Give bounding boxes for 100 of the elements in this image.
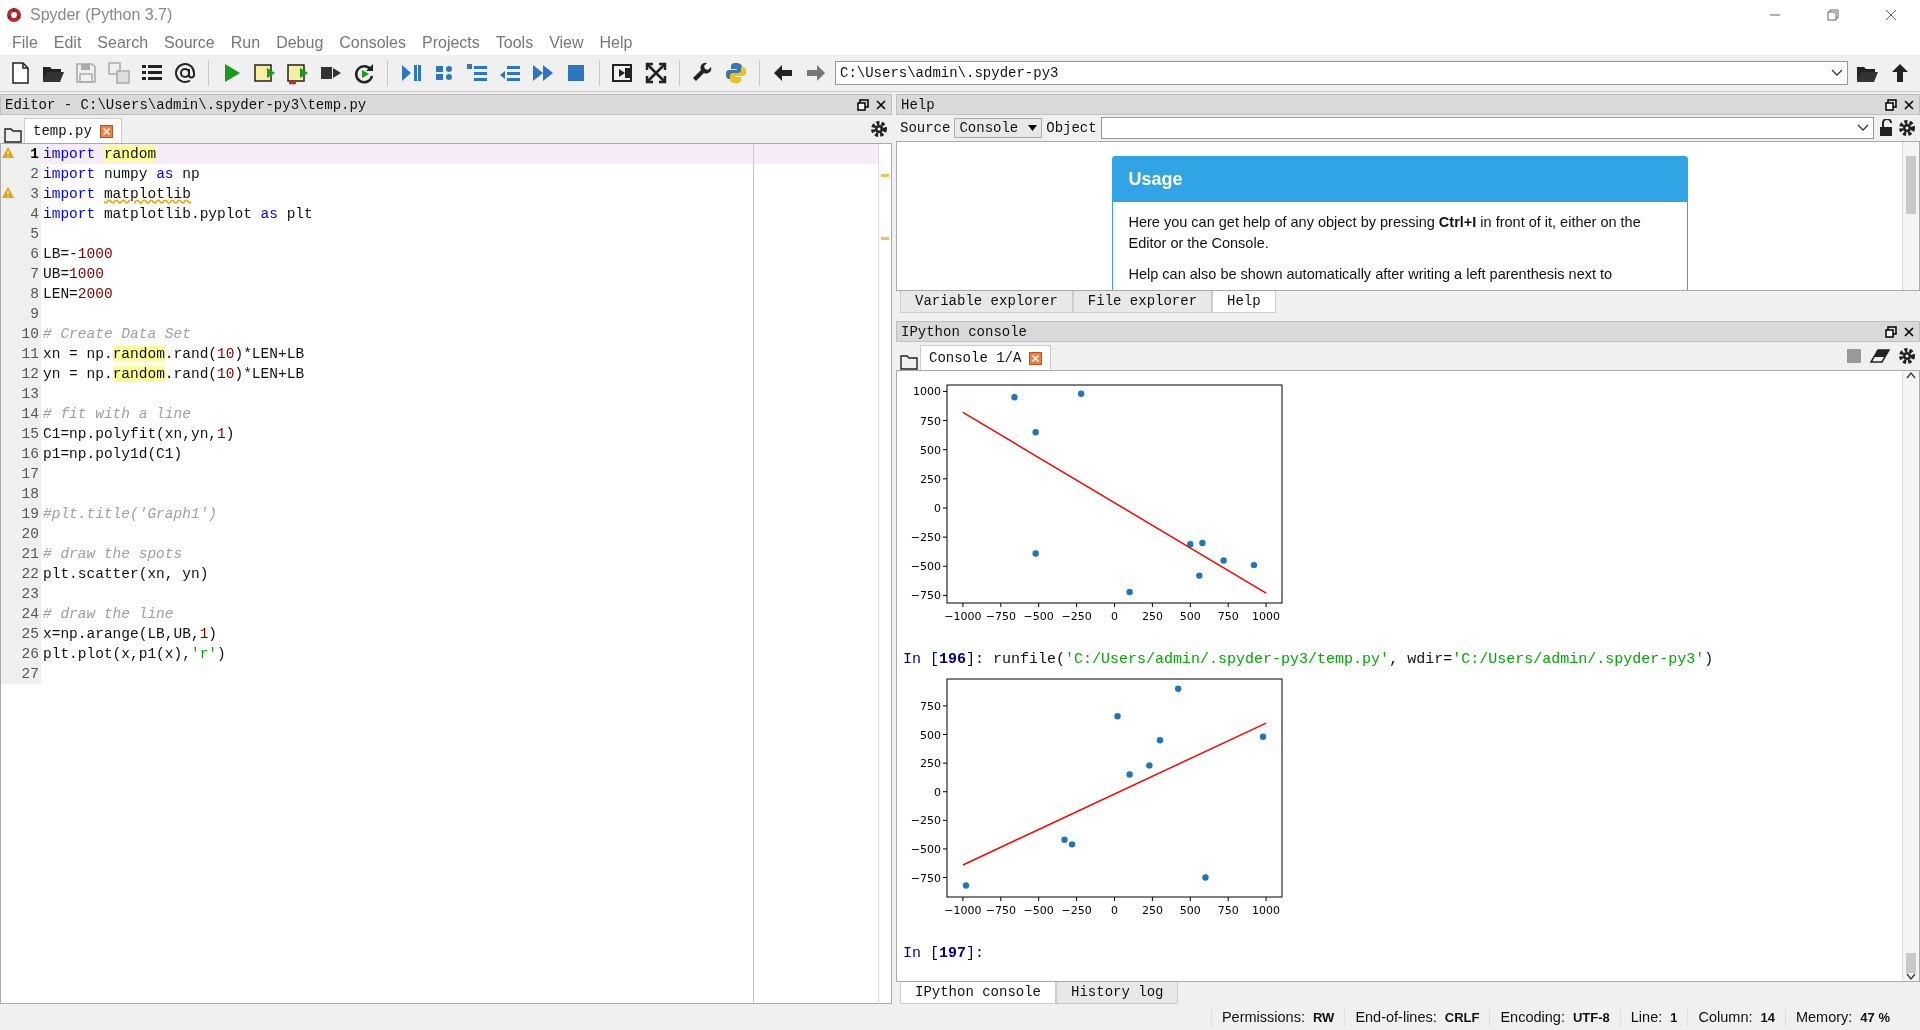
menu-item[interactable]: Help [591, 33, 641, 52]
data-point [962, 882, 970, 889]
scroll-down-icon[interactable] [1906, 973, 1916, 981]
settings-icon[interactable] [1898, 347, 1916, 365]
folder-icon[interactable] [4, 127, 22, 143]
tick-label: −500 [1023, 904, 1054, 917]
code-line: LB=-1000 [42, 246, 113, 262]
code-line: C1=np.polyfit(xn,yn,1) [42, 426, 235, 442]
fullscreen-icon[interactable] [644, 61, 668, 85]
source-dropdown[interactable]: Console [954, 118, 1043, 138]
tick-label: 0 [1111, 610, 1118, 623]
source-label: Source [900, 120, 951, 136]
settings-icon[interactable] [870, 120, 888, 138]
dropdown-caret-icon[interactable] [1831, 69, 1843, 77]
code-line: p1=np.poly1d(C1) [42, 446, 183, 462]
maximize-pane-icon[interactable] [611, 61, 635, 85]
undock-icon[interactable] [1885, 98, 1897, 111]
folder-icon[interactable] [900, 354, 918, 370]
tick-label: 750 [920, 699, 941, 713]
data-point [1220, 557, 1227, 564]
status-value: 47 % [1860, 1009, 1890, 1025]
scrollbar[interactable] [1902, 142, 1919, 290]
menu-item[interactable]: File [4, 33, 46, 52]
settings-icon[interactable] [1898, 119, 1916, 137]
code-line: # draw the spots [42, 546, 183, 562]
tick-label: 250 [920, 757, 941, 771]
code-line: x=np.arange(LB,UB,1) [42, 626, 218, 642]
pane-tab[interactable]: Variable explorer [900, 291, 1073, 313]
status-value: RW [1312, 1009, 1335, 1025]
tick-label: 0 [934, 785, 941, 799]
card-heading: Usage [1112, 157, 1687, 202]
line-number: 12 [1, 364, 41, 384]
menu-item[interactable]: Tools [487, 33, 542, 52]
pane-tab[interactable]: File explorer [1072, 291, 1213, 313]
menu-item[interactable]: Source [156, 33, 223, 52]
at-sign-icon[interactable] [173, 61, 197, 85]
file-tab[interactable]: temp.py [24, 118, 122, 143]
menu-item[interactable]: Edit [45, 33, 90, 52]
status-label: Memory: [1795, 1009, 1853, 1025]
undock-icon[interactable] [1885, 325, 1897, 338]
code-line: import matplotlib.pyplot as plt [42, 206, 313, 222]
menu-item[interactable]: Projects [414, 33, 488, 52]
console-input-line: In [196]: runfile('C:/Users/admin/.spyder-py3/temp.py', wdir='C:/Users/admin/.spyder-py3') [903, 651, 1715, 670]
line-number: 5 [1, 224, 41, 244]
status-value: CRLF [1444, 1009, 1480, 1025]
tick-label: 750 [920, 414, 941, 428]
console-tab[interactable]: Console 1/A [920, 345, 1052, 370]
scrollbar[interactable] [1902, 371, 1919, 981]
dropdown-caret-icon [1857, 124, 1869, 132]
tick-label: −750 [985, 904, 1016, 917]
python-icon[interactable] [724, 61, 748, 85]
menu-item[interactable]: Search [89, 33, 157, 52]
scrollbar-thumb[interactable] [1906, 953, 1916, 973]
line-number: 25 [1, 624, 41, 644]
code-line: # draw the line [42, 606, 174, 622]
run-cell-icon[interactable] [253, 61, 277, 85]
data-point [1156, 737, 1164, 744]
restore-icon [1827, 9, 1839, 21]
data-point [1196, 572, 1203, 579]
line-number: 22 [1, 564, 41, 584]
scroll-up-icon[interactable] [1906, 371, 1916, 379]
line-number: 24 [1, 604, 41, 624]
pane-tab[interactable]: History log [1056, 982, 1179, 1004]
menu-item[interactable]: Run [222, 33, 269, 52]
close-icon[interactable] [1903, 98, 1915, 111]
tick-label: 250 [920, 472, 941, 486]
line-number: 7 [1, 264, 41, 284]
tick-label: −750 [985, 610, 1016, 623]
eraser-icon[interactable] [1870, 348, 1890, 364]
scrollbar-thumb[interactable] [1906, 156, 1916, 214]
pane-tab[interactable]: IPython console [900, 982, 1057, 1004]
tab-close-icon[interactable] [99, 124, 113, 138]
dropdown-caret-icon [1028, 125, 1038, 131]
code-line: import matplotlib [42, 186, 191, 202]
tick-label: −250 [910, 814, 941, 828]
code-line: plt.scatter(xn, yn) [42, 566, 209, 582]
menu-item[interactable]: Debug [268, 33, 332, 52]
data-point [1032, 429, 1039, 436]
object-field[interactable] [1100, 117, 1874, 139]
menu-item[interactable]: Consoles [331, 33, 414, 52]
close-icon[interactable] [875, 98, 887, 111]
tab-close-icon[interactable] [1029, 351, 1043, 365]
path-field[interactable]: C:\Users\admin\.spyder-py3 [835, 61, 1848, 85]
line-number: 9 [1, 304, 41, 324]
line-number: 23 [1, 584, 41, 604]
close-icon[interactable] [1903, 325, 1915, 338]
line-number: 8 [1, 284, 41, 304]
help-paragraph: Here you can get help of any object by pressing Ctrl+I in front of it, either on the Editor or the Console. [1128, 213, 1642, 253]
code-line: #plt.title('Graph1') [42, 506, 218, 522]
menu-item[interactable]: View [541, 33, 592, 52]
data-point [1011, 394, 1018, 401]
line-number: 15 [1, 424, 41, 444]
close-icon [1885, 9, 1897, 21]
unlocked-padlock-icon[interactable] [1878, 119, 1894, 137]
run-cell-advance-icon[interactable] [286, 61, 310, 85]
status-label: Column: [1698, 1009, 1753, 1025]
data-point [1250, 561, 1258, 569]
code-line: LEN=2000 [42, 286, 113, 302]
pane-tab[interactable]: Help [1212, 291, 1276, 313]
undock-icon[interactable] [857, 98, 869, 111]
